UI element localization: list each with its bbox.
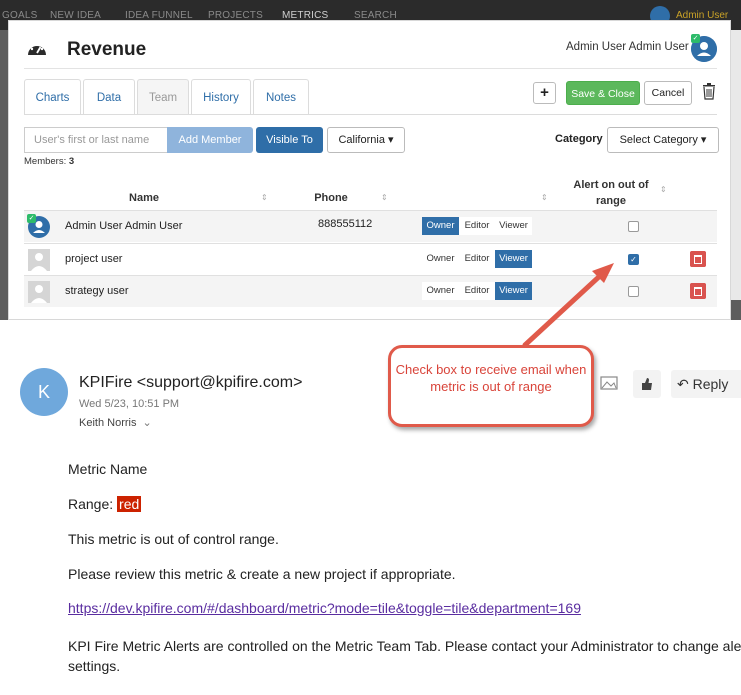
- recipient-name: Keith Norris: [79, 417, 137, 429]
- tab-charts[interactable]: Charts: [24, 79, 81, 115]
- sort-icon[interactable]: ⇕: [660, 185, 667, 194]
- backdrop-left: [0, 30, 8, 320]
- metric-link[interactable]: https://dev.kpifire.com/#/dashboard/metr…: [68, 600, 581, 616]
- save-close-button[interactable]: Save & Close: [566, 81, 640, 105]
- image-icon[interactable]: [598, 370, 626, 398]
- trash-icon[interactable]: [702, 83, 716, 100]
- role-viewer-button[interactable]: Viewer: [495, 250, 532, 268]
- members-label: Members:: [24, 156, 67, 167]
- role-owner-button[interactable]: Owner: [422, 250, 459, 268]
- header-divider: [24, 68, 717, 69]
- role-editor-button[interactable]: Editor: [459, 250, 495, 268]
- tab-divider: [24, 114, 717, 115]
- member-search-input[interactable]: User's first or last name: [24, 127, 167, 153]
- role-editor-button[interactable]: Editor: [459, 282, 495, 300]
- reply-button[interactable]: ↶ Reply: [671, 370, 741, 398]
- email-line-2: Please review this metric & create a new…: [68, 566, 456, 582]
- current-user-name: Admin User Admin User: [566, 41, 689, 53]
- member-phone: 888555112: [318, 218, 373, 230]
- sender-avatar: K: [20, 368, 68, 416]
- role-viewer-button[interactable]: Viewer: [495, 217, 532, 235]
- table-row: ✓ Admin User Admin User 888555112 Owner …: [24, 210, 717, 242]
- delete-member-icon[interactable]: [690, 283, 706, 299]
- gauge-icon: [28, 42, 46, 55]
- column-alert-header[interactable]: Alert on out of range: [563, 177, 659, 209]
- member-name: strategy user: [65, 285, 129, 297]
- user-placeholder-icon: [28, 281, 50, 303]
- column-phone-header[interactable]: Phone: [299, 192, 363, 204]
- table-row: strategy user Owner Editor Viewer: [24, 275, 717, 307]
- metric-modal: Revenue Admin User Admin User ✓ Charts D…: [8, 20, 731, 320]
- role-viewer-button[interactable]: Viewer: [495, 282, 532, 300]
- member-name: Admin User Admin User: [65, 220, 183, 232]
- sort-icon[interactable]: ⇕: [381, 193, 388, 202]
- column-name-header[interactable]: Name: [109, 192, 179, 204]
- reply-icon: ↶: [677, 376, 689, 392]
- alert-checkbox[interactable]: ✓: [628, 254, 639, 265]
- verified-icon: ✓: [27, 214, 36, 223]
- tab-history[interactable]: History: [191, 79, 251, 115]
- email-footer: KPI Fire Metric Alerts are controlled on…: [68, 638, 741, 674]
- tab-team[interactable]: Team: [137, 79, 189, 115]
- email-sender: KPIFire <support@kpifire.com>: [79, 374, 303, 391]
- email-line-1: This metric is out of control range.: [68, 531, 279, 547]
- sort-icon[interactable]: ⇕: [261, 193, 268, 202]
- email-recipient[interactable]: Keith Norris ⌄: [79, 416, 152, 429]
- reply-label: Reply: [692, 376, 729, 392]
- tab-data[interactable]: Data: [83, 79, 135, 115]
- add-member-button[interactable]: Add Member: [167, 127, 253, 153]
- members-count: Members: 3: [24, 156, 74, 167]
- backdrop-right: [731, 30, 741, 320]
- range-label: Range:: [68, 496, 114, 512]
- verified-icon: ✓: [691, 34, 700, 43]
- email-date: Wed 5/23, 10:51 PM: [79, 398, 180, 410]
- category-label: Category: [555, 133, 603, 145]
- role-owner-button[interactable]: Owner: [422, 282, 459, 300]
- state-dropdown[interactable]: California ▾: [327, 127, 405, 153]
- member-name: project user: [65, 253, 123, 265]
- sort-icon[interactable]: ⇕: [541, 193, 548, 202]
- delete-member-icon[interactable]: [690, 251, 706, 267]
- category-dropdown[interactable]: Select Category ▾: [607, 127, 719, 153]
- role-editor-button[interactable]: Editor: [459, 217, 495, 235]
- like-icon[interactable]: [633, 370, 661, 398]
- role-owner-button[interactable]: Owner: [422, 217, 459, 235]
- callout-note: Check box to receive email when metric i…: [388, 345, 594, 427]
- user-placeholder-icon: [28, 249, 50, 271]
- tab-notes[interactable]: Notes: [253, 79, 309, 115]
- range-value: red: [117, 496, 142, 512]
- alert-checkbox[interactable]: [628, 286, 639, 297]
- add-button[interactable]: +: [533, 82, 556, 104]
- modal-title: Revenue: [67, 39, 147, 60]
- table-row: project user Owner Editor Viewer ✓: [24, 243, 717, 275]
- cancel-button[interactable]: Cancel: [644, 81, 692, 105]
- email-metric-name: Metric Name: [68, 461, 148, 477]
- members-number: 3: [68, 156, 75, 167]
- email-range: Range: red: [68, 496, 142, 512]
- alert-checkbox[interactable]: [628, 221, 639, 232]
- chevron-down-icon[interactable]: ⌄: [142, 417, 151, 429]
- visible-to-button[interactable]: Visible To: [256, 127, 323, 153]
